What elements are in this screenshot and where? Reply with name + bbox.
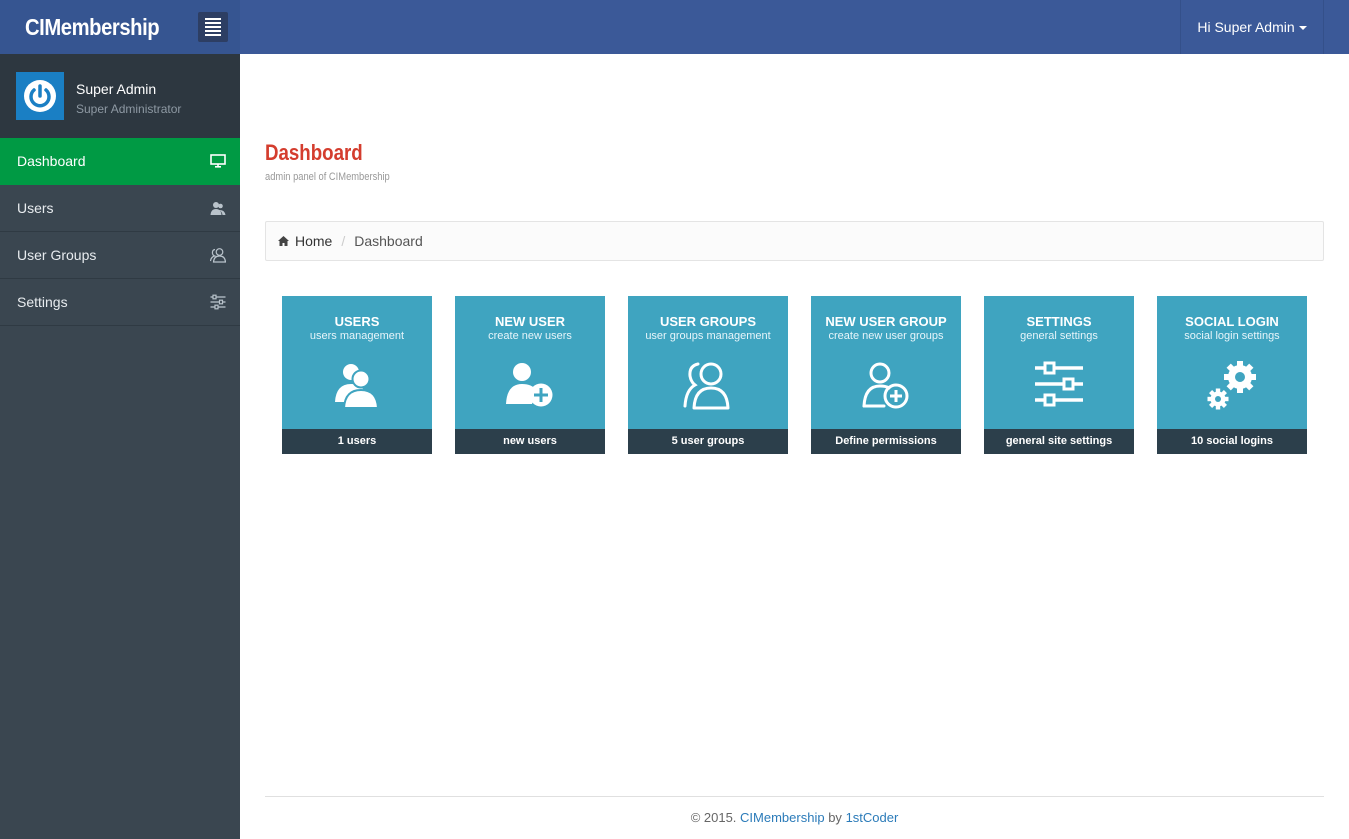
- sidebar-item-dashboard[interactable]: Dashboard: [0, 138, 240, 185]
- avatar: [16, 72, 64, 120]
- tile-title: SETTINGS: [1026, 314, 1092, 329]
- tile-footer: Define permissions: [811, 429, 961, 454]
- user-greeting: Hi Super Admin: [1197, 19, 1295, 35]
- user-dropdown[interactable]: Hi Super Admin: [1180, 0, 1324, 54]
- page-subtitle: admin panel of CIMembership: [265, 171, 390, 183]
- breadcrumb-separator: /: [341, 233, 346, 249]
- monitor-icon: [210, 154, 226, 168]
- sliders-icon: [210, 294, 226, 310]
- sidebar-item-label: Settings: [17, 294, 68, 310]
- caret-down-icon: [1298, 26, 1307, 31]
- tile-title: SOCIAL LOGIN: [1185, 314, 1279, 329]
- group-add-icon: [862, 362, 909, 409]
- breadcrumb-home-label: Home: [295, 233, 333, 249]
- footer-divider: [265, 796, 1324, 797]
- sliders-icon: [1035, 361, 1083, 407]
- tile-new-user-group[interactable]: NEW USER GROUP create new user groups De…: [811, 296, 961, 454]
- tile-description: general settings: [1020, 330, 1098, 342]
- tile-description: social login settings: [1184, 330, 1280, 342]
- footer: © 2015. CIMembership by 1stCoder: [265, 810, 1324, 825]
- sidebar-toggle-button[interactable]: [198, 12, 228, 42]
- user-profile: Super Admin Super Administrator: [0, 54, 240, 138]
- tile-footer: 1 users: [282, 429, 432, 454]
- top-navbar: CIMembership Hi Super Admin: [0, 0, 1349, 54]
- page-title: Dashboard: [265, 140, 363, 165]
- tile-footer: new users: [455, 429, 605, 454]
- sidebar-item-label: User Groups: [17, 247, 97, 263]
- tile-footer: 10 social logins: [1157, 429, 1307, 454]
- breadcrumb: Home / Dashboard: [265, 221, 1324, 261]
- sidebar-item-user-groups[interactable]: User Groups: [0, 232, 240, 279]
- tile-users[interactable]: USERS users management 1 users: [282, 296, 432, 454]
- user-add-icon: [506, 363, 553, 407]
- tile-title: USER GROUPS: [659, 314, 757, 329]
- footer-product-link[interactable]: CIMembership: [740, 810, 825, 825]
- profile-name: Super Admin: [76, 81, 157, 97]
- tile-footer: general site settings: [984, 429, 1134, 454]
- sidebar: Super Admin Super Administrator Dashboar…: [0, 54, 240, 839]
- tile-settings[interactable]: SETTINGS general settings general site s…: [984, 296, 1134, 454]
- tile-user-groups[interactable]: USER GROUPS user groups management 5 use…: [628, 296, 788, 454]
- footer-copyright: © 2015.: [690, 810, 737, 825]
- home-icon: [278, 236, 289, 246]
- users-outline-icon: [210, 248, 226, 263]
- tile-description: user groups management: [645, 330, 771, 342]
- user-icon: [210, 202, 226, 215]
- tile-title: USERS: [334, 314, 380, 329]
- profile-role: Super Administrator: [76, 102, 182, 116]
- users-icon: [335, 364, 380, 409]
- sidebar-item-users[interactable]: Users: [0, 185, 240, 232]
- tile-social-login[interactable]: SOCIAL LOGIN social login settings 10 so…: [1157, 296, 1307, 454]
- user-groups-icon: [683, 362, 730, 410]
- tile-new-user[interactable]: NEW USER create new users new users: [455, 296, 605, 454]
- tile-description: create new user groups: [828, 330, 944, 342]
- gears-icon: [1207, 361, 1256, 410]
- footer-by: by: [828, 810, 842, 825]
- tile-description: create new users: [488, 330, 572, 342]
- power-icon: [24, 80, 56, 112]
- sidebar-item-settings[interactable]: Settings: [0, 279, 240, 326]
- tile-description: users management: [309, 330, 405, 342]
- tile-footer: 5 user groups: [628, 429, 788, 454]
- tile-title: NEW USER: [494, 314, 566, 329]
- tile-title: NEW USER GROUP: [825, 314, 947, 329]
- sidebar-item-label: Users: [17, 200, 54, 216]
- sidebar-item-label: Dashboard: [17, 153, 86, 169]
- breadcrumb-home-link[interactable]: Home: [278, 222, 332, 260]
- breadcrumb-current: Dashboard: [354, 233, 423, 249]
- footer-author-link[interactable]: 1stCoder: [846, 810, 899, 825]
